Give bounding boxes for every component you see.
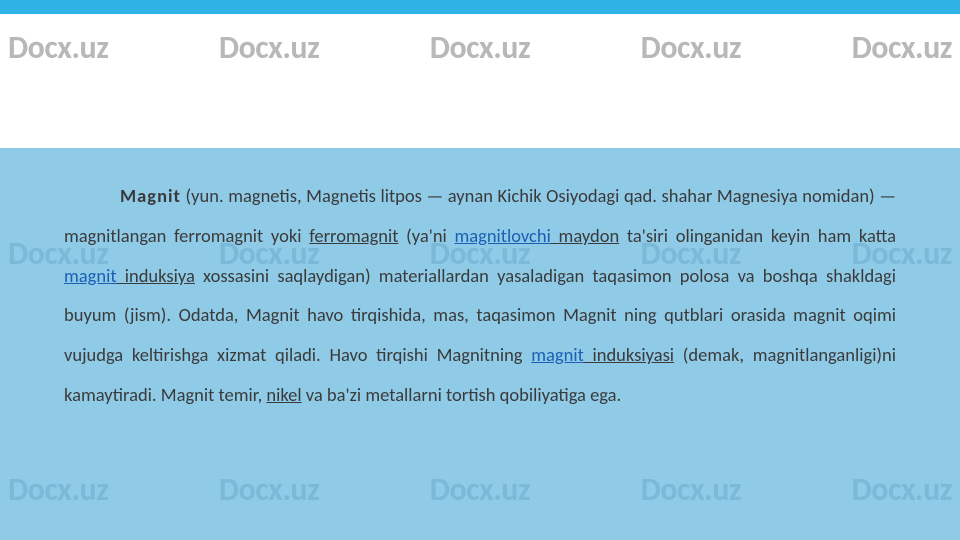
term-nikel: nikel — [266, 383, 301, 406]
watermark: Docx.uz — [8, 28, 108, 67]
watermark: Docx.uz — [219, 28, 319, 67]
link-magnit-2[interactable]: magnit — [531, 343, 584, 366]
content-area: Docx.uz Docx.uz Docx.uz Docx.uz Docx.uz … — [0, 148, 960, 540]
watermark: Docx.uz — [641, 470, 741, 509]
text: va ba'zi metallarni tortish qobiliyatiga… — [302, 383, 622, 406]
watermark-row: Docx.uz Docx.uz Docx.uz Docx.uz Docx.uz — [0, 28, 960, 67]
text: (ya'ni — [398, 224, 454, 247]
body-paragraph: Magnit (yun. magnetis, Magnetis litpos —… — [64, 176, 896, 415]
watermark: Docx.uz — [8, 470, 108, 509]
term-ferromagnit: ferromagnit — [309, 224, 398, 247]
term-maydon: maydon — [551, 224, 619, 247]
watermark: Docx.uz — [852, 28, 952, 67]
watermark: Docx.uz — [430, 470, 530, 509]
watermark: Docx.uz — [641, 28, 741, 67]
header-band: Docx.uz Docx.uz Docx.uz Docx.uz Docx.uz — [0, 14, 960, 148]
top-bar — [0, 0, 960, 14]
watermark: Docx.uz — [219, 470, 319, 509]
watermark: Docx.uz — [852, 470, 952, 509]
link-magnitlovchi[interactable]: magnitlovchi — [454, 224, 550, 247]
watermark: Docx.uz — [430, 28, 530, 67]
link-magnit[interactable]: magnit — [64, 264, 117, 287]
text: ta'siri olinganidan keyin ham katta — [619, 224, 896, 247]
watermark-bg-row: Docx.uz Docx.uz Docx.uz Docx.uz Docx.uz — [0, 470, 960, 509]
term-induksiyasi: induksiyasi — [584, 343, 674, 366]
term-induksiya: induksiya — [117, 264, 195, 287]
lead-word: Magnit — [120, 184, 181, 207]
